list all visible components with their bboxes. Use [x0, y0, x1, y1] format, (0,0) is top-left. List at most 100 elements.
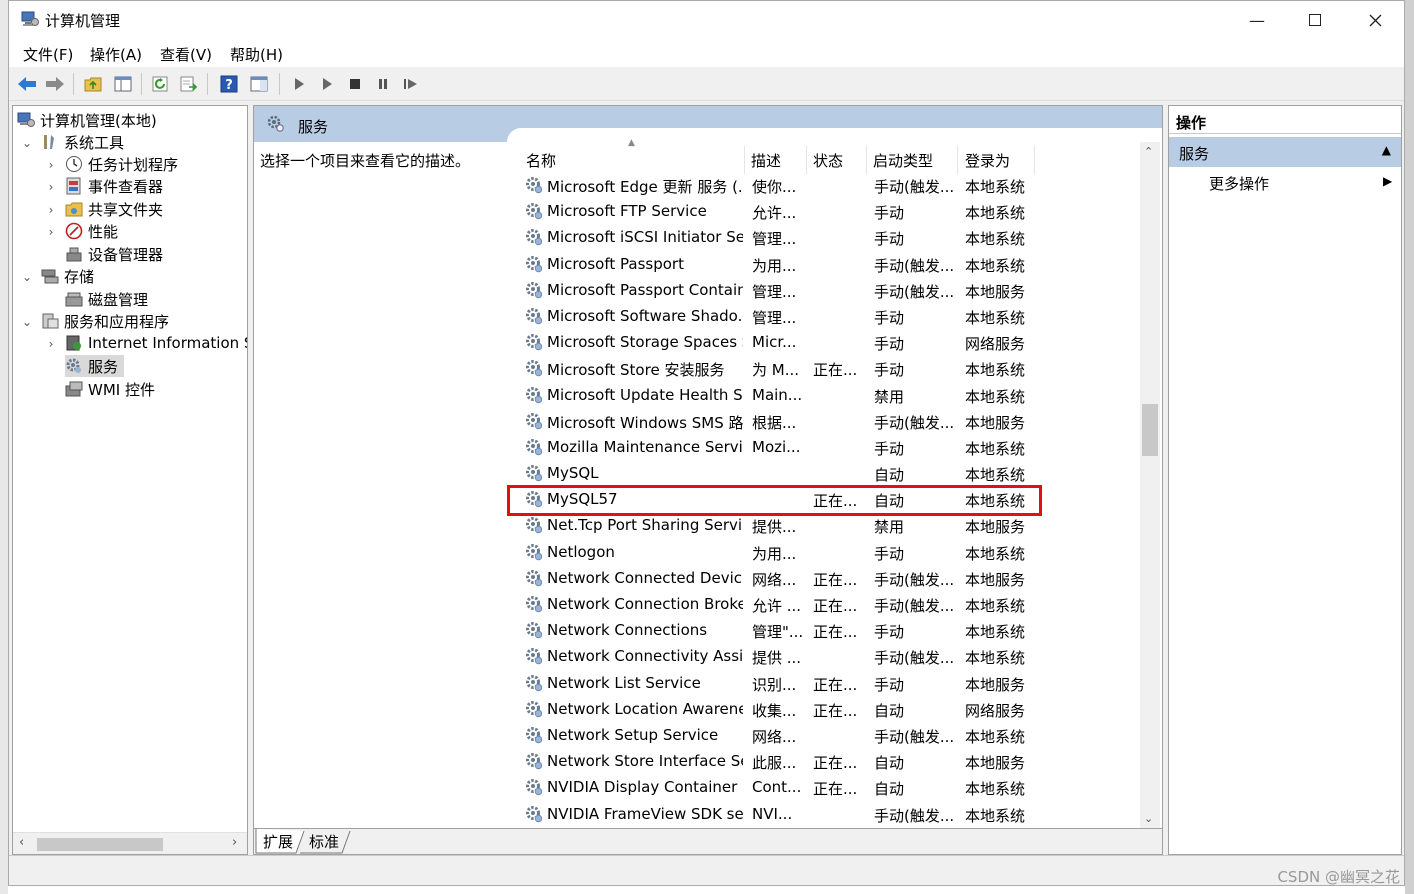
menu-help[interactable]: 帮助(H)	[230, 44, 283, 65]
service-row[interactable]: Network Connection Broker 允许 ... 正在... 手动(触…	[518, 591, 1148, 617]
tree-item-device-manager[interactable]: 设备管理器	[65, 243, 163, 265]
service-description: Mozi...	[752, 437, 801, 456]
service-startup-type: 手动(触发...	[874, 413, 955, 432]
service-row[interactable]: Network Connected Devic... 网络... 正在... 手动(触…	[518, 565, 1148, 591]
service-row[interactable]: NVIDIA Display Container LS Cont... 正在... 自…	[518, 774, 1148, 800]
service-row[interactable]: Microsoft Update Health S... Main... 禁用 本地系…	[518, 382, 1148, 408]
tree-item-wmi-control[interactable]: WMI 控件	[65, 378, 155, 400]
tree-item-storage[interactable]: 存储	[41, 265, 94, 287]
service-row[interactable]: Microsoft Storage Spaces S... Micr... 手动 网络…	[518, 329, 1148, 355]
stop-service-button[interactable]	[345, 74, 365, 94]
expand-chevron-icon[interactable]: ›	[45, 225, 57, 239]
expand-chevron-icon[interactable]: ›	[45, 337, 57, 351]
pause-service-button[interactable]	[373, 74, 393, 94]
service-row[interactable]: Microsoft Software Shado... 管理... 手动 本地系统	[518, 303, 1148, 329]
column-header-logon-as[interactable]: 登录为	[965, 146, 1010, 174]
expand-chevron-icon[interactable]: ›	[45, 203, 57, 217]
tree-item-task-scheduler[interactable]: 任务计划程序	[65, 153, 178, 175]
service-logon-as: 本地系统	[965, 178, 1026, 196]
service-row[interactable]: Microsoft FTP Service 允许... 手动 本地系统	[518, 198, 1148, 224]
service-row[interactable]: Microsoft Windows SMS 路... 根据... 手动(触发... 本…	[518, 408, 1148, 434]
restart-service-button[interactable]	[401, 74, 421, 94]
expand-chevron-icon[interactable]: ›	[45, 158, 57, 172]
start-service-alt-button[interactable]	[317, 74, 337, 94]
service-row[interactable]: Mozilla Maintenance Service Mozi... 手动 本地系统	[518, 434, 1148, 460]
service-row[interactable]: Network List Service 识别... 正在... 手动 本地服务	[518, 670, 1148, 696]
service-row[interactable]: Network Connectivity Assis... 提供 ... 手动(触发…	[518, 643, 1148, 669]
service-row[interactable]: Microsoft Store 安装服务 为 M... 正在... 手动 本地系统	[518, 355, 1148, 381]
service-row[interactable]: Network Location Awarene... 收集... 正在... 自动 网…	[518, 696, 1148, 722]
tree-item-event-viewer[interactable]: 事件查看器	[65, 175, 163, 197]
play-icon	[295, 78, 304, 90]
menu-file[interactable]: 文件(F)	[23, 44, 73, 65]
minimize-button[interactable]: —	[1228, 1, 1286, 39]
show-action-pane-button[interactable]	[249, 74, 269, 94]
service-logon-as: 本地服务	[965, 675, 1026, 694]
help-button[interactable]: ?	[219, 74, 239, 94]
scroll-down-arrow-icon[interactable]: ⌄	[1144, 812, 1153, 825]
service-row[interactable]: Microsoft iSCSI Initiator Ser... 管理... 手动 本…	[518, 224, 1148, 250]
scrollbar-thumb[interactable]	[1142, 404, 1158, 456]
column-divider[interactable]	[744, 146, 745, 174]
service-startup-type: 手动(触发...	[874, 282, 955, 301]
close-button[interactable]	[1346, 1, 1404, 39]
tree-item-performance[interactable]: 性能	[65, 220, 118, 242]
service-row[interactable]: Microsoft Passport Container 管理... 手动(触发..…	[518, 277, 1148, 303]
collapse-chevron-icon[interactable]: ⌄	[21, 270, 33, 284]
services-vertical-scrollbar[interactable]: ⌃ ⌄	[1140, 142, 1160, 828]
service-name: MySQL57	[547, 490, 618, 509]
tab-extended[interactable]: 扩展	[263, 831, 293, 852]
up-folder-button[interactable]	[83, 74, 103, 94]
refresh-button[interactable]	[151, 74, 171, 94]
tab-standard[interactable]: 标准	[309, 831, 339, 852]
export-list-button[interactable]	[179, 74, 199, 94]
menu-view[interactable]: 查看(V)	[160, 44, 212, 65]
tree-root-label: 计算机管理(本地)	[40, 111, 157, 130]
show-hide-tree-button[interactable]	[113, 74, 133, 94]
maximize-button[interactable]	[1286, 1, 1344, 39]
column-divider[interactable]	[866, 146, 867, 174]
service-row[interactable]: MySQL57 正在... 自动 本地系统	[518, 486, 1148, 512]
service-logon-as: 本地服务	[965, 570, 1026, 589]
scroll-left-arrow-icon[interactable]: ‹	[19, 835, 24, 850]
service-row[interactable]: Network Setup Service 网络... 手动(触发... 本地系统	[518, 722, 1148, 748]
more-actions-item[interactable]: 更多操作	[1209, 173, 1269, 194]
scroll-up-arrow-icon[interactable]: ⌃	[1144, 145, 1153, 158]
collapse-up-icon[interactable]: ▲	[1382, 143, 1391, 157]
column-divider[interactable]	[1034, 146, 1035, 174]
tree-item-disk-management[interactable]: 磁盘管理	[65, 288, 148, 310]
service-startup-type: 手动(触发...	[874, 649, 955, 668]
service-row[interactable]: Net.Tcp Port Sharing Service 提供... 禁用 本地服务	[518, 512, 1148, 538]
column-header-name[interactable]: 名称	[526, 146, 556, 174]
expand-chevron-icon[interactable]: ›	[45, 180, 57, 194]
collapse-chevron-icon[interactable]: ⌄	[21, 315, 33, 329]
tree-item-system-tools[interactable]: 系统工具	[41, 131, 124, 153]
column-divider[interactable]	[957, 146, 958, 174]
scroll-right-arrow-icon[interactable]: ›	[232, 835, 237, 850]
service-row[interactable]: MySQL 自动 本地系统	[518, 460, 1148, 486]
tree-item-shared-folders[interactable]: 共享文件夹	[65, 198, 163, 220]
scrollbar-thumb[interactable]	[37, 838, 163, 851]
svg-text:?: ?	[225, 78, 233, 93]
service-row[interactable]: Network Store Interface Se... 此服... 正在... 自…	[518, 748, 1148, 774]
forward-button[interactable]	[45, 74, 65, 94]
service-row[interactable]: Netlogon 为用... 手动 本地系统	[518, 539, 1148, 565]
start-service-button[interactable]	[289, 74, 309, 94]
column-header-status[interactable]: 状态	[813, 146, 843, 174]
collapse-chevron-icon[interactable]: ⌄	[21, 136, 33, 150]
service-row[interactable]: Network Connections 管理"... 正在... 手动 本地系统	[518, 617, 1148, 643]
column-header-description[interactable]: 描述	[751, 146, 781, 174]
actions-section-services[interactable]: 服务 ▲	[1169, 137, 1401, 167]
service-row[interactable]: Microsoft Edge 更新 服务 (... 使你... 手动(触发... 本地…	[518, 172, 1148, 198]
column-divider[interactable]	[806, 146, 807, 174]
tree-item-iis[interactable]: Internet Information Se	[65, 332, 247, 354]
service-row[interactable]: NVIDIA FrameView SDK se... NVI... 手动(触发...…	[518, 801, 1148, 827]
tree-item-services[interactable]: 服务	[65, 355, 125, 377]
column-header-startup-type[interactable]: 启动类型	[873, 146, 933, 174]
tree-root[interactable]: 计算机管理(本地)	[17, 109, 157, 131]
tree-horizontal-scrollbar[interactable]: ‹ ›	[13, 832, 247, 854]
menu-action[interactable]: 操作(A)	[90, 44, 142, 65]
service-row[interactable]: Microsoft Passport 为用... 手动(触发... 本地系统	[518, 251, 1148, 277]
back-button[interactable]	[17, 74, 37, 94]
tree-item-services-and-applications[interactable]: 服务和应用程序	[41, 310, 169, 332]
